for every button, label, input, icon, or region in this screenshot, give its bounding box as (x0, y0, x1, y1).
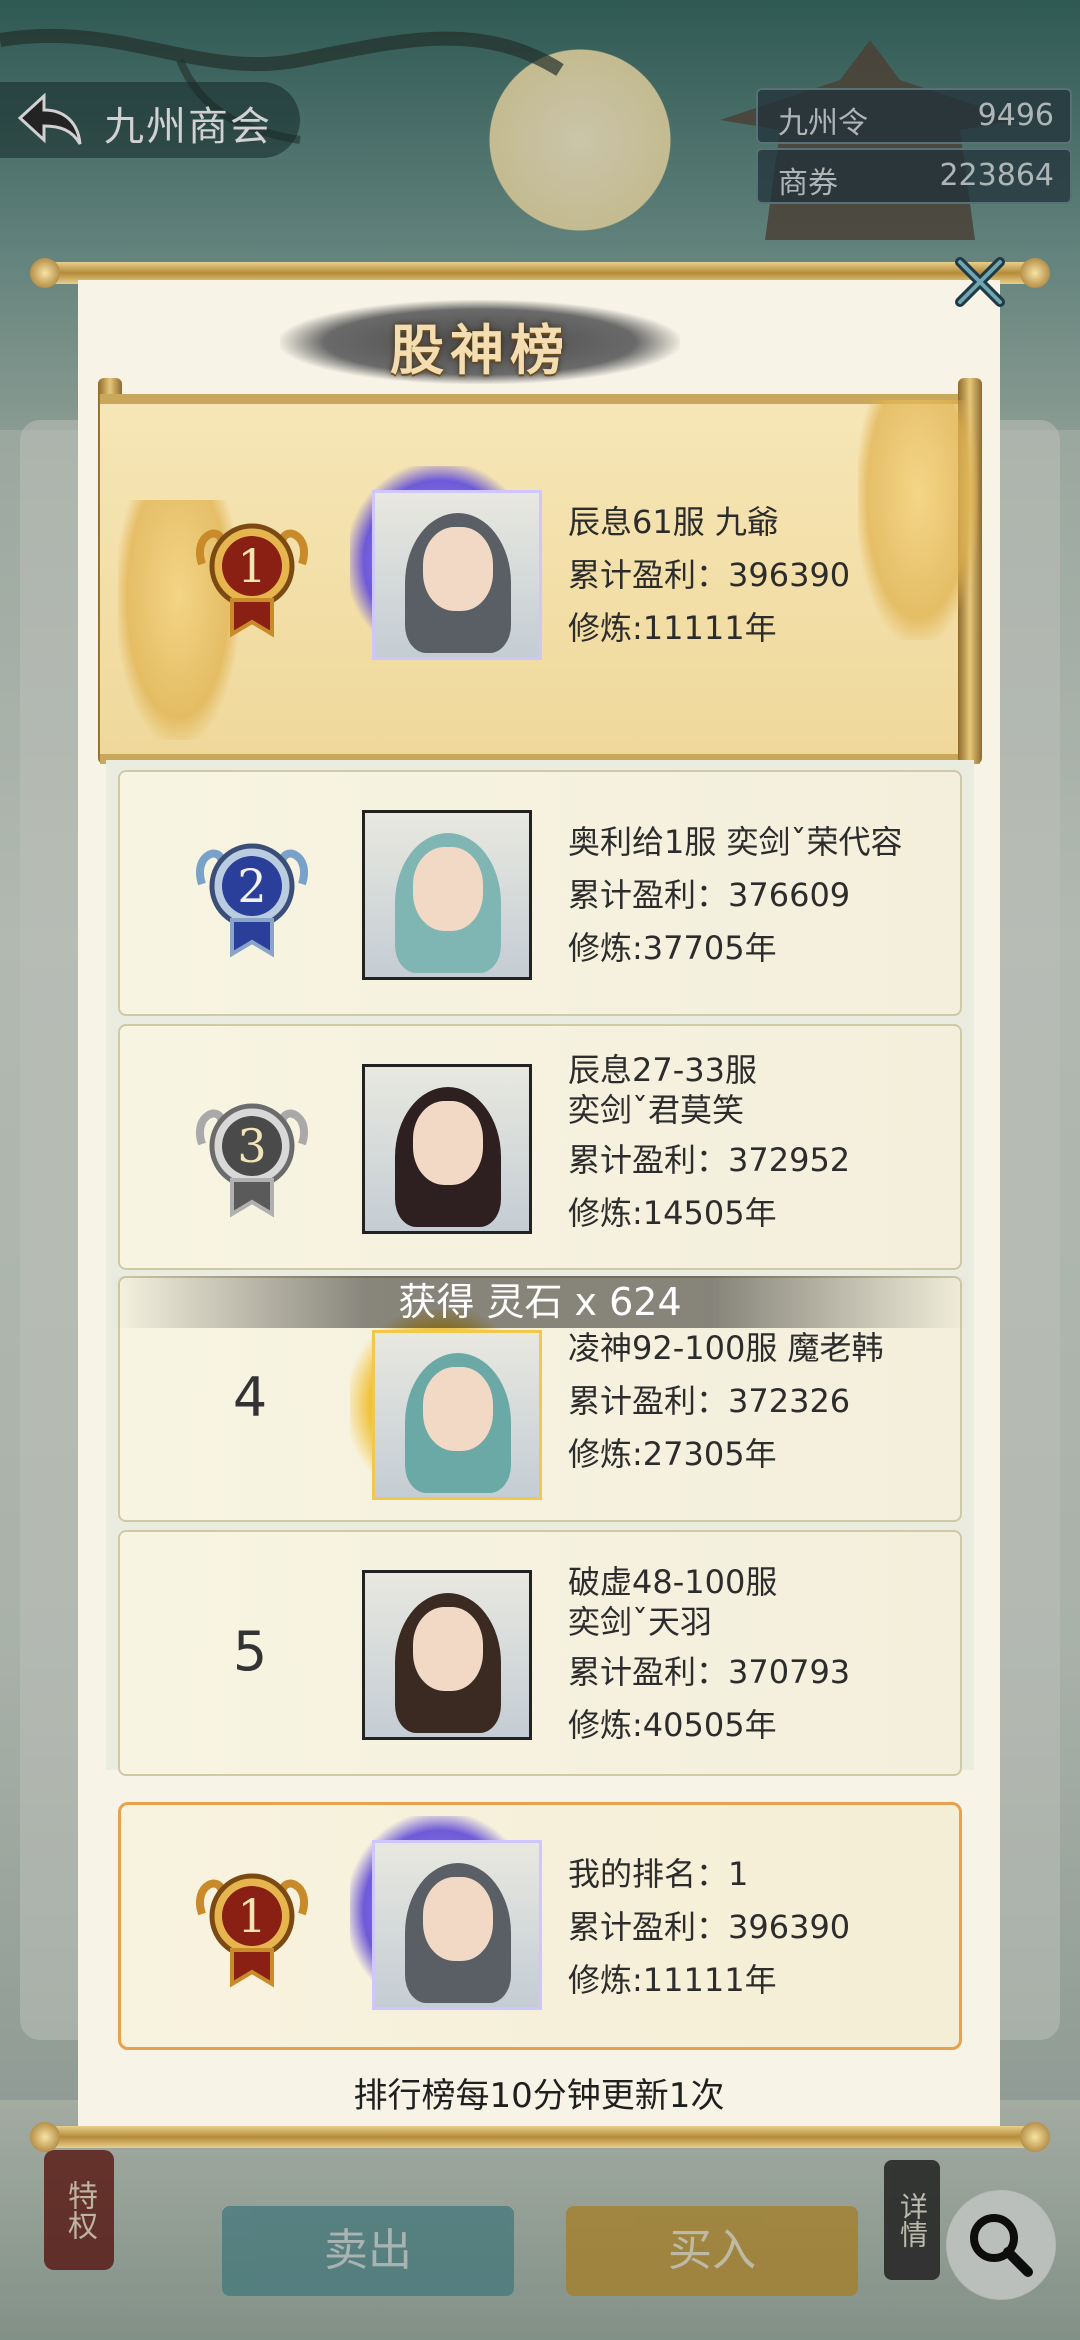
rank-badge-number: 1 (237, 539, 266, 593)
rank-number: 5 (232, 1620, 268, 1683)
reward-toast: 获得 灵石 x 624 (110, 1276, 970, 1328)
player-name-line-1: 辰息27-33服 (568, 1051, 757, 1089)
rank-badge-number: 1 (237, 1889, 266, 1943)
player-profit: 累计盈利：396390 (568, 556, 851, 594)
phoenix-decoration-right (858, 400, 978, 640)
player-profit: 累计盈利：372326 (568, 1382, 851, 1420)
player-name-line-2: 奕剑ˇ君莫笑 (568, 1091, 745, 1129)
player-name: 奥利给1服 奕剑ˇ荣代容 (568, 823, 903, 861)
player-avatar[interactable] (372, 1330, 542, 1500)
my-rank-info: 我的排名：1 累计盈利：396390 修炼:11111年 (568, 1848, 850, 2007)
rank-5-info: 破虚48-100服 奕剑ˇ天羽 累计盈利：370793 修炼:40505年 (568, 1562, 850, 1752)
player-cultivation: 修炼:40505年 (568, 1706, 777, 1744)
rank-badge-blue-icon: 2 (196, 843, 308, 958)
rank-2-info: 奥利给1服 奕剑ˇ荣代容 累计盈利：376609 修炼:37705年 (568, 816, 903, 975)
player-cultivation: 修炼:11111年 (568, 609, 777, 647)
player-name-line-2: 奕剑ˇ天羽 (568, 1603, 713, 1641)
close-icon[interactable] (950, 252, 1010, 312)
player-avatar[interactable] (362, 810, 532, 980)
player-cultivation: 修炼:14505年 (568, 1194, 777, 1232)
player-cultivation: 修炼:37705年 (568, 929, 777, 967)
rank-badge-number: 3 (237, 1119, 266, 1173)
rank-badge-gold-icon: 1 (196, 523, 308, 638)
player-name: 凌神92-100服 魔老韩 (568, 1329, 884, 1367)
rank-number: 4 (232, 1366, 268, 1429)
player-profit: 累计盈利：370793 (568, 1653, 851, 1691)
player-avatar[interactable] (362, 1570, 532, 1740)
player-avatar[interactable] (372, 490, 542, 660)
player-profit: 累计盈利：372952 (568, 1141, 851, 1179)
my-profit: 累计盈利：396390 (568, 1908, 851, 1946)
rank-3-info: 辰息27-33服 奕剑ˇ君莫笑 累计盈利：372952 修炼:14505年 (568, 1050, 850, 1240)
rank-1-info: 辰息61服 九爺 累计盈利：396390 修炼:11111年 (568, 496, 850, 655)
player-profit: 累计盈利：376609 (568, 876, 851, 914)
rank-badge-gold-icon: 1 (196, 1873, 308, 1988)
player-cultivation: 修炼:27305年 (568, 1435, 777, 1473)
update-note: 排行榜每10分钟更新1次 (353, 2076, 725, 2116)
leaderboard-title: 股神榜 (390, 319, 570, 382)
rank-badge-number: 2 (237, 859, 266, 913)
my-cultivation: 修炼:11111年 (568, 1961, 777, 1999)
rank-4-info: 凌神92-100服 魔老韩 累计盈利：372326 修炼:27305年 (568, 1322, 884, 1481)
player-name: 辰息61服 九爺 (568, 503, 779, 541)
player-avatar[interactable] (362, 1064, 532, 1234)
rank-badge-silver-icon: 3 (196, 1103, 308, 1218)
my-avatar[interactable] (372, 1840, 542, 2010)
scroll-rod-bottom (30, 2122, 1050, 2152)
player-name-line-1: 破虚48-100服 (568, 1563, 778, 1601)
my-rank-label: 我的排名：1 (568, 1855, 749, 1893)
